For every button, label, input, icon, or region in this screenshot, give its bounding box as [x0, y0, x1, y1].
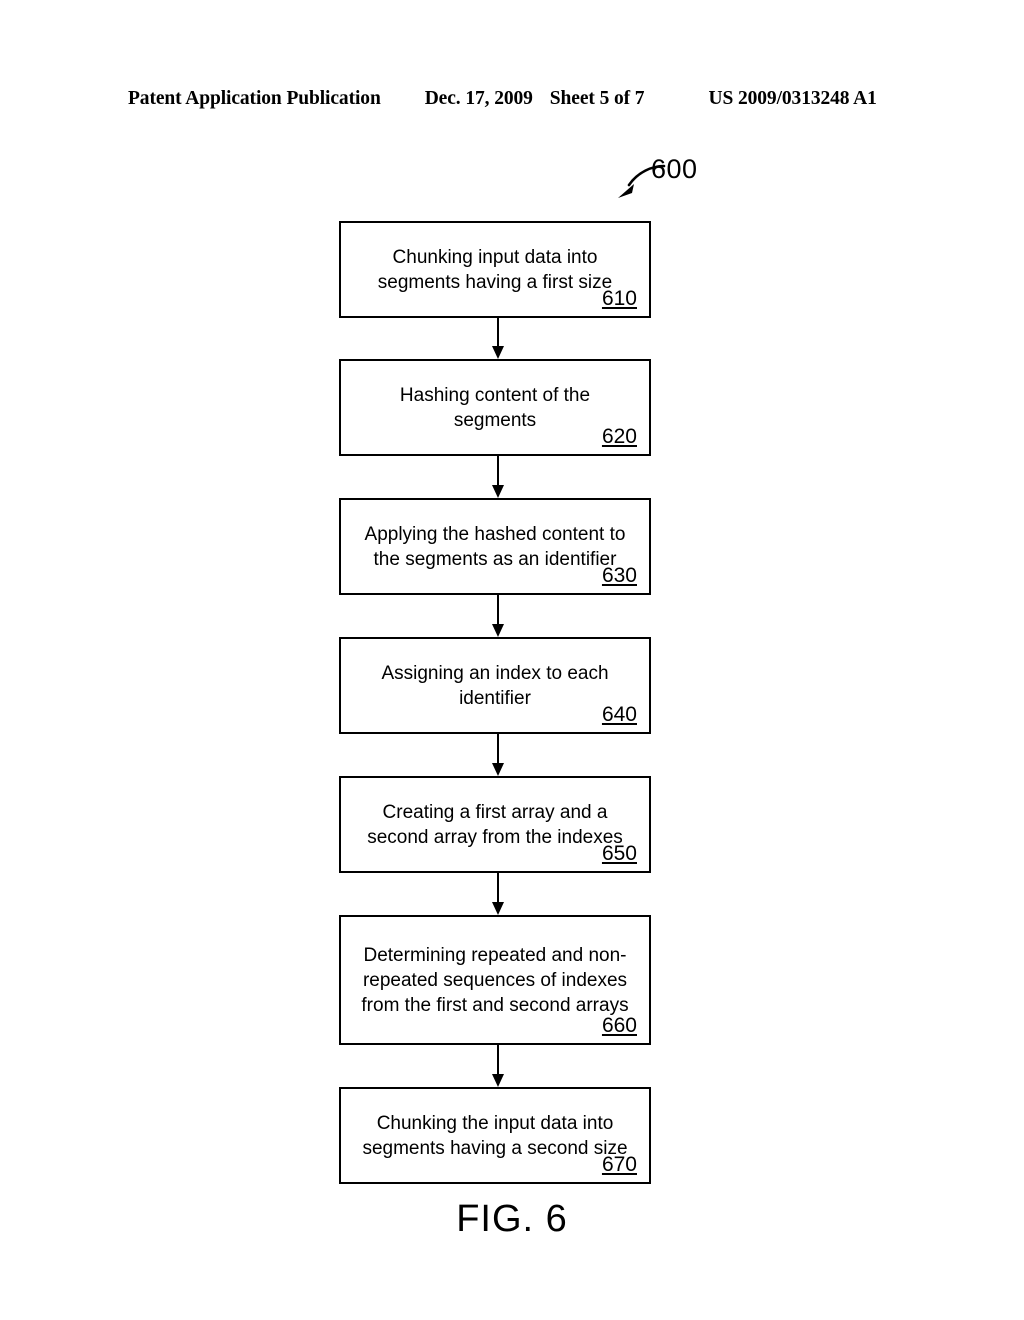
connector-line	[497, 1045, 499, 1076]
connector-arrowhead-icon	[492, 346, 504, 359]
flowchart-connector-610-to-620	[492, 318, 504, 359]
figure-reference-leader-arrow-icon	[618, 164, 666, 198]
connector-arrowhead-icon	[492, 1074, 504, 1087]
flowchart-node-650: Creating a first array and a second arra…	[339, 776, 651, 873]
flowchart-connector-640-to-650	[492, 734, 504, 776]
flowchart-node-reference-number: 650	[601, 842, 637, 865]
flowchart-diagram: 600 Chunking input data into segments ha…	[0, 0, 1024, 1320]
flowchart-node-670: Chunking the input data into segments ha…	[339, 1087, 651, 1184]
flowchart-node-630: Applying the hashed content to the segme…	[339, 498, 651, 595]
flowchart-connector-630-to-640	[492, 595, 504, 637]
flowchart-node-text: Determining repeated and non- repeated s…	[361, 944, 629, 1016]
flowchart-node-610: Chunking input data into segments having…	[339, 221, 651, 318]
connector-line	[497, 318, 499, 348]
flowchart-connector-620-to-630	[492, 456, 504, 498]
flowchart-node-reference-number: 640	[601, 703, 637, 726]
connector-line	[497, 456, 499, 487]
flowchart-node-reference-number: 630	[601, 564, 637, 587]
flowchart-node-640: Assigning an index to each identifier 640	[339, 637, 651, 734]
flowchart-node-reference-number: 610	[601, 287, 637, 310]
flowchart-node-620: Hashing content of the segments 620	[339, 359, 651, 456]
flowchart-connector-650-to-660	[492, 873, 504, 915]
flowchart-node-reference-number: 660	[601, 1014, 637, 1037]
flowchart-node-660: Determining repeated and non- repeated s…	[339, 915, 651, 1045]
connector-line	[497, 734, 499, 765]
connector-arrowhead-icon	[492, 624, 504, 637]
connector-line	[497, 873, 499, 904]
connector-arrowhead-icon	[492, 763, 504, 776]
figure-caption: FIG. 6	[456, 1198, 568, 1240]
connector-arrowhead-icon	[492, 902, 504, 915]
flowchart-node-reference-number: 670	[601, 1153, 637, 1176]
flowchart-node-reference-number: 620	[601, 425, 637, 448]
flowchart-connector-660-to-670	[492, 1045, 504, 1087]
connector-arrowhead-icon	[492, 485, 504, 498]
connector-line	[497, 595, 499, 626]
